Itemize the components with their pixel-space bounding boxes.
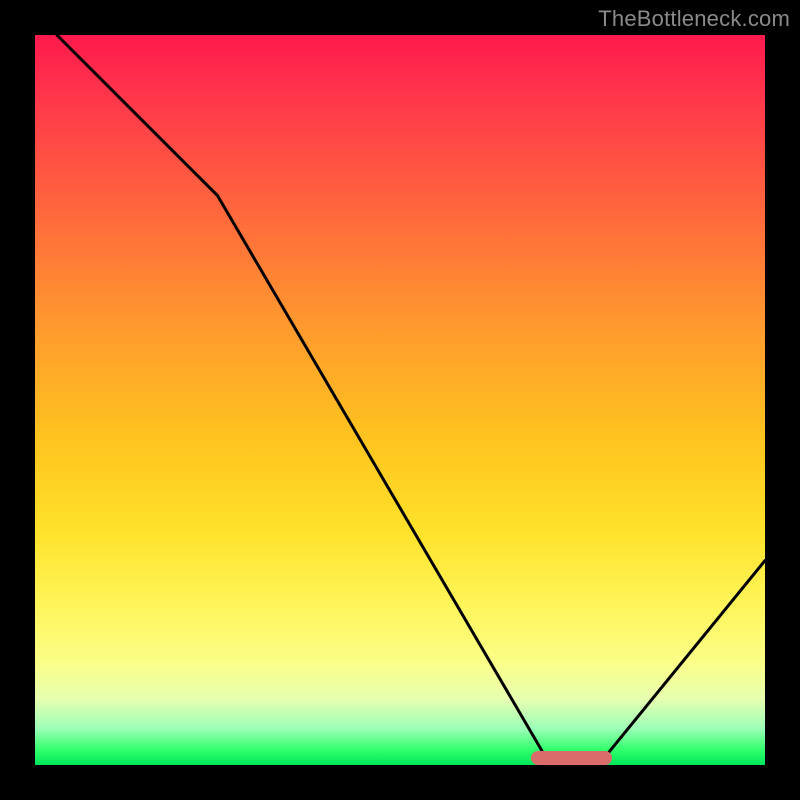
- optimal-marker: [531, 751, 611, 765]
- bottleneck-curve: [35, 35, 765, 765]
- watermark-label: TheBottleneck.com: [598, 6, 790, 32]
- plot-area: [35, 35, 765, 765]
- chart-frame: TheBottleneck.com: [0, 0, 800, 800]
